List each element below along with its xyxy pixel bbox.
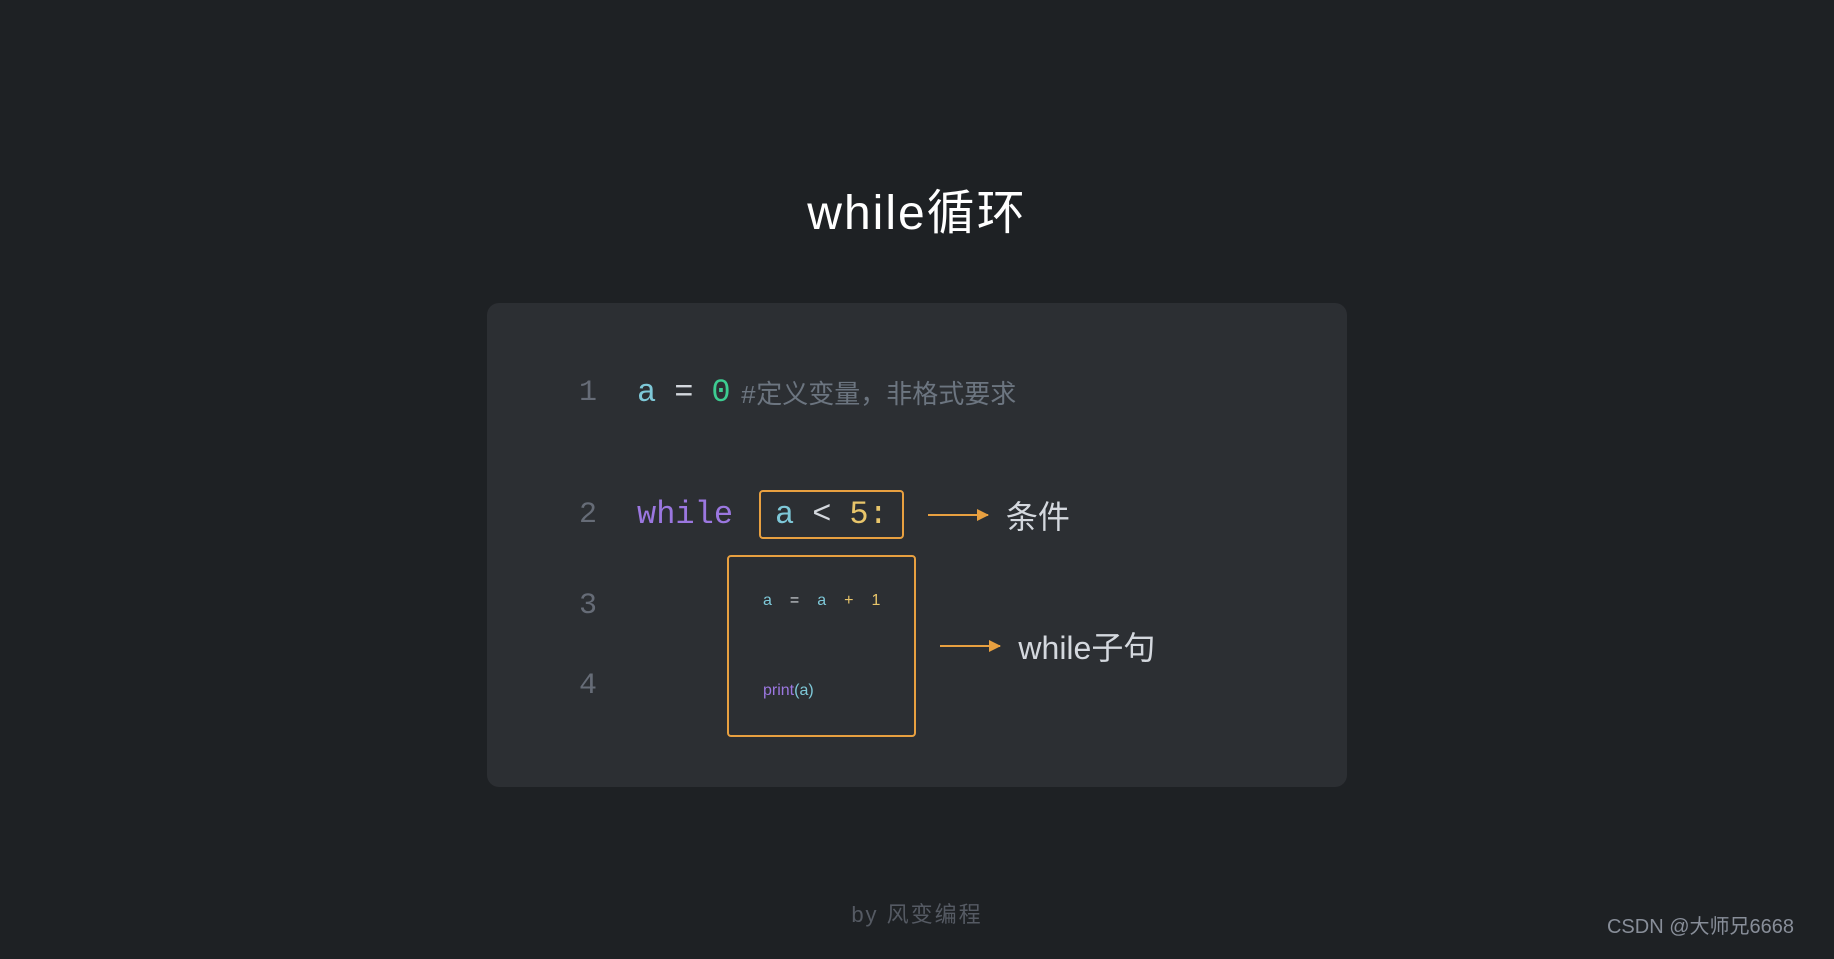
line4-arg: a (799, 682, 808, 700)
line1-var: a (637, 374, 656, 411)
footer-text: by 风变编程 (851, 897, 982, 929)
line1-code: a = 0 #定义变量，非格式要求 (637, 374, 1016, 411)
condition-label: 条件 (1006, 492, 1070, 538)
subclause-arrow-label: while子句 (940, 623, 1155, 669)
line4-paren-close: ) (808, 682, 813, 700)
line3-row: 3 (547, 566, 727, 646)
line2-keyword: while (637, 496, 733, 533)
line3-one: 1 (872, 592, 881, 610)
line1-row: 1 a = 0 #定义变量，非格式要求 (547, 353, 1267, 433)
line3-plus: + (844, 592, 853, 610)
line3-vara2: a (817, 592, 826, 610)
code-rows: 1 a = 0 #定义变量，非格式要求 2 while a < (547, 353, 1267, 737)
cond-var: a (775, 496, 794, 533)
line4-func: print (763, 682, 794, 700)
code-card: 1 a = 0 #定义变量，非格式要求 2 while a < (487, 303, 1347, 787)
line1-number: 1 (547, 376, 637, 410)
condition-box: a < 5: (759, 490, 904, 539)
condition-arrow-icon (928, 514, 988, 516)
line2-number: 2 (547, 498, 637, 532)
line4-row: 4 (547, 646, 727, 726)
line4-content: print ( a ) (749, 655, 894, 727)
cond-val: 5: (849, 496, 887, 533)
line4-number: 4 (547, 669, 637, 703)
subclause-arrow-icon (940, 645, 1000, 647)
line2-code: while a < 5: 条件 (637, 490, 1070, 539)
line2-row: 2 while a < 5: 条件 (547, 475, 1267, 555)
subclause-label: while子句 (1018, 623, 1155, 669)
line1-val: 0 (711, 374, 730, 411)
line1-eq: = (674, 374, 693, 411)
line3-number: 3 (547, 589, 637, 623)
cond-op: < (812, 496, 831, 533)
line3-content: a = a + 1 (749, 565, 894, 637)
watermark: CSDN @大师兄6668 (1607, 910, 1794, 939)
line3-eq: = (790, 592, 799, 610)
line3-vara: a (763, 592, 772, 610)
lines34-left: 3 4 (547, 566, 727, 726)
page-title: while循环 (807, 173, 1026, 243)
lines34-wrapper: 3 4 a = a (547, 555, 1267, 737)
condition-arrow-label: 条件 (928, 492, 1070, 538)
subclause-box: a = a + 1 print ( a ) (727, 555, 916, 737)
line1-comment: #定义变量，非格式要求 (741, 374, 1017, 411)
